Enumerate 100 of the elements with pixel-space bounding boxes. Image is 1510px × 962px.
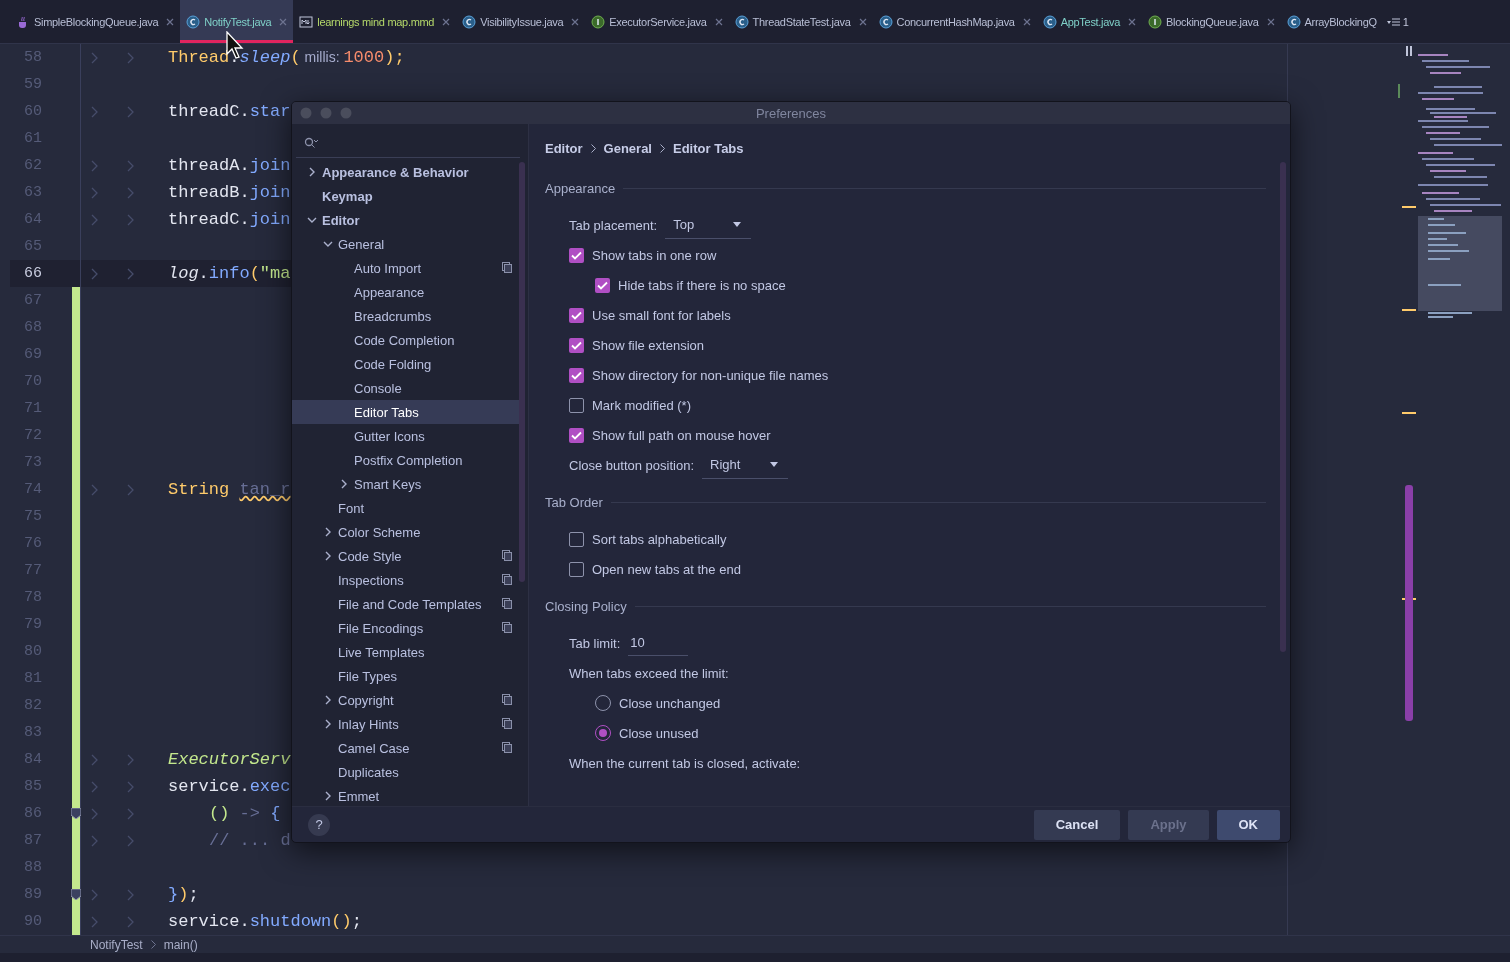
line-number: 66 — [23, 265, 42, 282]
tree-item[interactable]: Copyright — [292, 688, 520, 712]
option-label: When the current tab is closed, activate: — [569, 755, 801, 771]
dropdown[interactable]: Top — [665, 211, 752, 239]
tree-item[interactable]: Code Folding — [292, 352, 520, 376]
tree-item[interactable]: Code Completion — [292, 328, 520, 352]
tree-item[interactable]: File Encodings — [292, 616, 520, 640]
editor-tab[interactable]: ArrayBlockingQ — [1280, 0, 1383, 43]
checkbox-label[interactable]: Show full path on mouse hover — [592, 427, 771, 443]
dropdown[interactable]: Right — [702, 451, 789, 479]
checkbox-label[interactable]: Show tabs in one row — [592, 247, 717, 263]
checkbox-label[interactable]: Mark modified (*) — [592, 397, 691, 413]
checkbox-label[interactable]: Show file extension — [592, 337, 704, 353]
help-button[interactable]: ? — [308, 813, 330, 836]
close-icon[interactable] — [1266, 17, 1275, 26]
tree-item[interactable]: Live Templates — [292, 640, 520, 664]
chevron-icon — [127, 105, 134, 118]
line-number: 61 — [23, 130, 42, 147]
line-number: 89 — [23, 886, 42, 903]
checkbox[interactable] — [569, 531, 584, 547]
checkbox[interactable] — [569, 561, 584, 577]
scrollbar-thumb[interactable] — [519, 162, 525, 582]
editor-tab[interactable]: NotifyTest.java — [180, 0, 294, 43]
editor-tab[interactable]: ConcurrentHashMap.java — [872, 0, 1037, 43]
tree-item[interactable]: Keymap — [292, 184, 520, 208]
editor-tab[interactable]: BlockingQueue.java — [1142, 0, 1281, 43]
editor-tab[interactable]: ThreadStateTest.java — [728, 0, 873, 43]
breadcrumb-item[interactable]: NotifyTest — [90, 937, 143, 952]
tree-item[interactable]: Editor — [292, 208, 520, 232]
chevron-icon — [91, 51, 98, 64]
checkbox[interactable] — [569, 307, 584, 323]
line-number: 76 — [23, 535, 42, 552]
input-field[interactable]: 10 — [628, 630, 689, 656]
code-line: threadA.join — [168, 156, 291, 175]
chevron-icon — [91, 834, 98, 847]
tree-item[interactable]: General — [292, 232, 520, 256]
tree-item[interactable]: Inspections — [292, 568, 520, 592]
close-icon[interactable] — [858, 17, 867, 26]
editor-tab[interactable]: learnings mind map.mmd — [293, 0, 457, 43]
tree-item[interactable]: Auto Import — [292, 256, 520, 280]
line-number: 83 — [23, 724, 42, 741]
checkbox-label[interactable]: Hide tabs if there is no space — [618, 277, 786, 293]
checkbox[interactable] — [569, 337, 584, 353]
close-icon[interactable] — [571, 17, 580, 26]
checkbox[interactable] — [569, 367, 584, 383]
tab-list-button[interactable]: 1 — [1382, 0, 1413, 43]
tree-item[interactable]: Camel Case — [292, 736, 520, 760]
checkbox-label[interactable]: Open new tabs at the end — [592, 561, 741, 577]
tree-item[interactable]: Appearance & Behavior — [292, 160, 520, 184]
line-number: 77 — [23, 562, 42, 579]
tree-item[interactable]: Inlay Hints — [292, 712, 520, 736]
checkbox[interactable] — [569, 397, 584, 413]
close-icon[interactable] — [714, 17, 723, 26]
fold-icon[interactable] — [71, 889, 81, 900]
class-icon — [734, 14, 749, 29]
tree-item[interactable]: Emmet — [292, 784, 520, 806]
checkbox-label[interactable]: Show directory for non-unique file names — [592, 367, 829, 383]
dialog-button[interactable]: OK — [1216, 809, 1280, 840]
option-label: When tabs exceed the limit: — [569, 665, 729, 681]
line-number: 82 — [23, 697, 42, 714]
editor-tab[interactable]: SimpleBlockingQueue.java — [10, 0, 181, 43]
editor-tab[interactable]: AppTest.java — [1036, 0, 1143, 43]
close-icon[interactable] — [442, 17, 451, 26]
code-line: // ... d — [208, 831, 291, 850]
scrollbar-thumb[interactable] — [1405, 485, 1413, 721]
editor-tab[interactable]: VisibilityIssue.java — [456, 0, 586, 43]
tree-item[interactable]: Code Style — [292, 544, 520, 568]
close-icon[interactable] — [279, 17, 288, 26]
close-icon[interactable] — [1128, 17, 1137, 26]
close-icon[interactable] — [166, 17, 175, 26]
field-label: Tab placement: — [569, 217, 658, 233]
tree-item[interactable]: Postfix Completion — [292, 448, 520, 472]
fold-icon[interactable] — [71, 808, 81, 819]
checkbox[interactable] — [569, 247, 584, 263]
tree-item[interactable]: Editor Tabs — [292, 400, 520, 424]
checkbox[interactable] — [595, 277, 610, 293]
chevron-icon — [127, 186, 134, 199]
checkbox-label[interactable]: Use small font for labels — [592, 307, 731, 323]
tree-item[interactable]: Breadcrumbs — [292, 304, 520, 328]
dialog-button[interactable]: Cancel — [1033, 809, 1121, 840]
close-icon[interactable] — [1022, 17, 1031, 26]
tree-item[interactable]: Gutter Icons — [292, 424, 520, 448]
chevron-icon — [91, 888, 98, 901]
tree-item[interactable]: Console — [292, 376, 520, 400]
radio-label[interactable]: Close unchanged — [619, 695, 721, 711]
chevron-icon — [91, 780, 98, 793]
tree-item[interactable]: File and Code Templates — [292, 592, 520, 616]
tree-item[interactable]: Appearance — [292, 280, 520, 304]
checkbox[interactable] — [569, 427, 584, 443]
tree-item[interactable]: Smart Keys — [292, 472, 520, 496]
tree-item[interactable]: Color Scheme — [292, 520, 520, 544]
tree-item[interactable]: Font — [292, 496, 520, 520]
line-number: 73 — [23, 454, 42, 471]
editor-tab[interactable]: ExecutorService.java — [585, 0, 729, 43]
breadcrumb-item[interactable]: main() — [163, 937, 198, 952]
checkbox-label[interactable]: Sort tabs alphabetically — [592, 531, 727, 547]
radio-label[interactable]: Close unused — [619, 725, 699, 741]
tree-item[interactable]: Duplicates — [292, 760, 520, 784]
tree-item[interactable]: File Types — [292, 664, 520, 688]
class-icon — [186, 14, 201, 29]
